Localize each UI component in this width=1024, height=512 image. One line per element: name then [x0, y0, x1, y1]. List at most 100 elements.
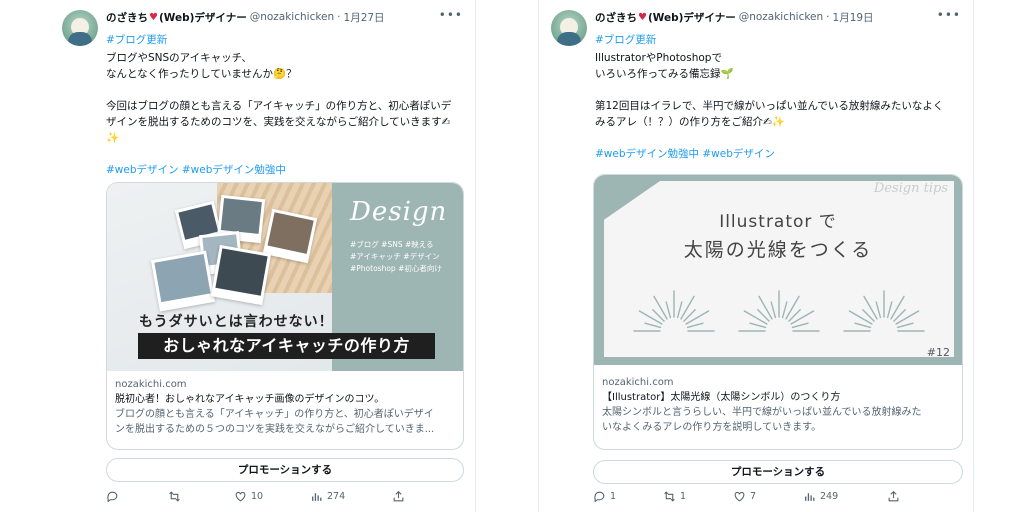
tweet-text-line — [106, 146, 463, 162]
card-description-line: 太陽シンボルと言うらしい、半円で線がいっぱい並んでいる放射線みた — [602, 407, 922, 418]
sun-ray — [890, 295, 905, 320]
tweet-date[interactable]: 1月27日 — [344, 10, 385, 25]
image-title-line: Illustrator で — [719, 212, 837, 232]
sun-ray — [758, 295, 773, 320]
retweet-icon — [169, 491, 180, 502]
tweet-date[interactable]: 1月19日 — [833, 10, 874, 25]
views-icon — [312, 493, 322, 501]
sun-ray — [848, 310, 873, 325]
tweet-text-line: ブログやSNSのアイキャッチ、 — [106, 52, 253, 64]
promote-button[interactable]: プロモーションする — [593, 460, 963, 484]
polaroid-photo — [150, 250, 216, 312]
author-name-suffix[interactable]: (Web)デザイナー — [159, 10, 247, 25]
avatar[interactable] — [551, 10, 587, 46]
image-banner: おしゃれなアイキャッチの作り方 — [138, 333, 435, 359]
hashtag-link[interactable]: #ブログ更新 — [106, 34, 167, 46]
views-button[interactable]: 274 — [310, 490, 345, 503]
sun-ray — [785, 295, 800, 320]
tweet-text-line: 第12回目はイラレで、半円で線がいっぱい並んでいる放射線みたいなよく — [595, 100, 944, 112]
promote-button[interactable]: プロモーションする — [106, 458, 464, 482]
views-icon — [805, 493, 815, 501]
image-tag-line: #アイキャッチ #デザイン — [350, 252, 440, 261]
script-word: Design tips — [873, 181, 948, 196]
sun-ray — [644, 322, 662, 329]
like-count: 10 — [251, 491, 264, 502]
hashtag-link[interactable]: #ブログ更新 — [595, 34, 656, 46]
like-count: 7 — [750, 491, 757, 502]
hashtag-links[interactable]: #webデザイン勉強中 #webデザイン — [595, 146, 961, 162]
views-count: 274 — [327, 491, 346, 502]
views-button[interactable]: 249 — [803, 490, 838, 503]
card-image[interactable]: Design #ブログ #SNS #映える #アイキャッチ #デザイン #Pho… — [107, 183, 463, 371]
reply-button[interactable] — [106, 490, 123, 503]
retweet-button[interactable] — [168, 490, 185, 503]
like-icon — [734, 491, 745, 502]
tweet-text-line: IllustratorやPhotoshopで — [595, 52, 722, 64]
card-meta[interactable]: nozakichi.com 脱初心者！おしゃれなアイキャッチ画像のデザインのコツ… — [115, 377, 455, 437]
sun-ray — [875, 301, 882, 319]
reply-icon — [107, 491, 118, 503]
episode-number: #12 — [926, 346, 950, 359]
tweet-actions: 1 1 7 249 — [593, 490, 963, 506]
tweet-2[interactable]: のざきち ♥ (Web)デザイナー @nozakichicken · 1月19日… — [538, 0, 974, 512]
image-tags: #ブログ #SNS #映える #アイキャッチ #デザイン #Photoshop … — [350, 239, 442, 275]
sun-ray — [665, 301, 672, 319]
share-icon — [393, 490, 404, 502]
sun-ray — [743, 310, 768, 325]
sun-ray — [895, 310, 920, 325]
polaroid-photo — [210, 244, 272, 306]
reply-button[interactable]: 1 — [593, 490, 616, 503]
card-domain: nozakichi.com — [115, 379, 187, 390]
more-icon[interactable]: ••• — [937, 8, 961, 22]
share-button[interactable] — [392, 490, 405, 503]
tweet-text-line — [106, 82, 463, 98]
author-name[interactable]: のざきち — [595, 10, 637, 25]
tweet-actions: 10 274 — [106, 490, 464, 506]
sun-ray — [854, 322, 872, 329]
more-icon[interactable]: ••• — [439, 8, 463, 22]
link-card[interactable]: Design tips Illustrator で 太陽の光線をつくる #12 … — [593, 174, 963, 450]
card-description-line: ブログの顔とも言える「アイキャッチ」の作り方と、初心者ぽいデザイ — [115, 409, 434, 420]
author-name[interactable]: のざきち — [106, 10, 148, 25]
image-subtitle: もうダサいとは言わせない！ — [139, 314, 334, 330]
tweet-text-line: なんとなく作ったりしていませんか🤔？ — [106, 68, 297, 80]
sun-ray — [781, 301, 788, 319]
hashtag-links[interactable]: #webデザイン #webデザイン勉強中 — [106, 162, 463, 178]
reply-count: 1 — [610, 491, 617, 502]
sun-ray — [896, 322, 914, 329]
retweet-button[interactable]: 1 — [663, 490, 686, 503]
tweet-1[interactable]: のざきち ♥ (Web)デザイナー @nozakichicken · 1月27日… — [50, 0, 476, 512]
tweet-text-line — [595, 130, 961, 146]
sun-ray — [653, 295, 668, 320]
like-button[interactable]: 10 — [234, 490, 263, 503]
image-tag-line: #ブログ #SNS #映える — [350, 240, 434, 249]
author-name-suffix[interactable]: (Web)デザイナー — [648, 10, 736, 25]
link-card[interactable]: Design #ブログ #SNS #映える #アイキャッチ #デザイン #Pho… — [106, 182, 464, 450]
sun-ray — [680, 295, 695, 320]
card-domain: nozakichi.com — [602, 377, 674, 388]
image-title-line: 太陽の光線をつくる — [683, 239, 873, 261]
heart-emoji-icon: ♥ — [638, 11, 647, 23]
sun-ray — [638, 310, 663, 325]
sun-ray — [791, 322, 809, 329]
tweet-text-line: ✨ — [106, 132, 120, 144]
card-title: 【Illustrator】太陽光線（太陽シンボル）のつくり方 — [602, 392, 841, 403]
avatar[interactable] — [62, 10, 98, 46]
card-description-line: ンを脱出するための５つのコツを実践を交えながらご紹介していきま... — [115, 424, 435, 435]
reply-icon — [594, 491, 605, 503]
card-title: 脱初心者！おしゃれなアイキャッチ画像のデザインのコツ。 — [115, 394, 385, 405]
card-image[interactable]: Design tips Illustrator で 太陽の光線をつくる #12 — [594, 175, 962, 367]
sun-ray — [790, 310, 815, 325]
like-button[interactable]: 7 — [733, 490, 756, 503]
card-meta[interactable]: nozakichi.com 【Illustrator】太陽光線（太陽シンボル）の… — [602, 375, 954, 435]
like-icon — [235, 491, 246, 502]
separator: · — [826, 11, 830, 23]
share-icon — [888, 490, 899, 502]
tweet-text: ブログやSNSのアイキャッチ、 なんとなく作ったりしていませんか🤔？ 今回はブロ… — [106, 50, 463, 178]
author-handle[interactable]: @nozakichicken — [739, 11, 823, 23]
retweet-icon — [664, 491, 675, 502]
author-handle[interactable]: @nozakichicken — [250, 11, 334, 23]
sun-ray — [686, 322, 704, 329]
share-button[interactable] — [887, 490, 900, 503]
tweet-text: IllustratorやPhotoshopで いろいろ作ってみる備忘録🌱 第12… — [595, 50, 961, 162]
